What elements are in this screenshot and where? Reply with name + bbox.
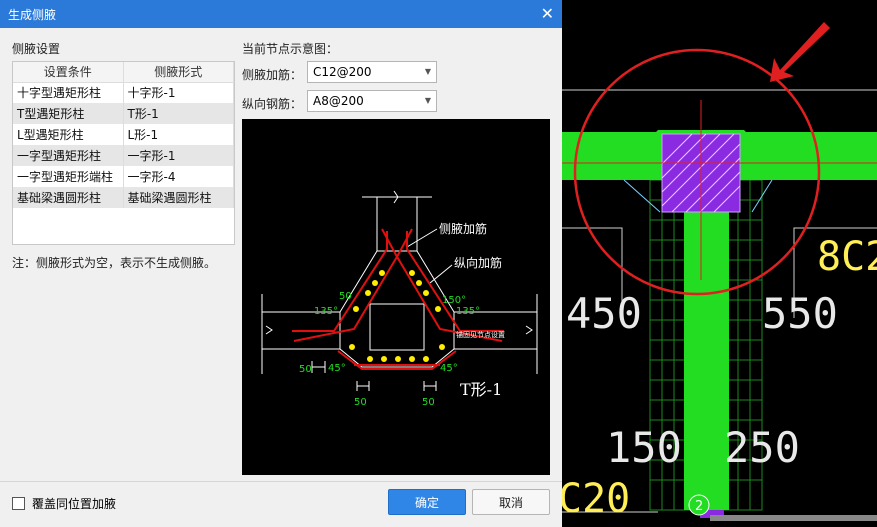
close-icon[interactable]: ✕ — [541, 5, 554, 23]
dim-label-bottom-2: 50 — [422, 397, 435, 408]
dim-550: 550 — [762, 289, 838, 338]
table-cell-form[interactable]: 基础梁遇圆形柱 — [123, 187, 234, 208]
table-row[interactable]: T型遇矩形柱 T形-1 — [13, 103, 234, 124]
chevron-down-icon[interactable]: ▼ — [425, 62, 431, 82]
column-header-form[interactable]: 侧腋形式 — [123, 62, 234, 83]
haunch-rules-table[interactable]: 设置条件 侧腋形式 十字型遇矩形柱 十字形-1 T型遇矩形柱 T形-1 L型遇矩… — [12, 61, 235, 245]
dim-label-left: 50 — [339, 291, 352, 302]
table-cell-condition: T型遇矩形柱 — [13, 103, 124, 124]
cad-drawing-svg: 450 550 150 250 8C2 C20 2 — [562, 22, 877, 522]
rebar-label-8c2: 8C2 — [817, 234, 877, 280]
ok-button[interactable]: 确定 — [388, 489, 466, 515]
preview-label: 当前节点示意图： — [242, 42, 339, 56]
chevron-down-icon[interactable]: ▼ — [425, 91, 431, 111]
table-row[interactable]: 基础梁遇圆形柱 基础梁遇圆形柱 — [13, 187, 234, 208]
table-row[interactable]: 一字型遇矩形端柱 一字形-4 — [13, 166, 234, 187]
table-cell-condition: 十字型遇矩形柱 — [13, 82, 124, 103]
table-row[interactable]: 一字型遇矩形柱 一字形-1 — [13, 145, 234, 166]
callout-haunch-rebar: 侧腋加筋 — [439, 221, 487, 236]
angle-label-right-2: 135° — [456, 306, 480, 317]
table-row[interactable]: L型遇矩形柱 L形-1 — [13, 124, 234, 145]
generate-haunch-dialog: 生成侧腋 ✕ 侧腋设置 设置条件 侧腋形式 十字型遇矩形柱 十字形-1 T型遇矩… — [0, 0, 562, 527]
table-cell-form[interactable]: T形-1 — [123, 103, 234, 124]
pointer-arrow-icon — [770, 22, 830, 82]
callout-long-rebar: 纵向加筋 — [454, 255, 502, 270]
table-cell-form[interactable]: 一字形-1 — [123, 145, 234, 166]
angle-label-left: 135° — [314, 306, 338, 317]
checkbox-box[interactable] — [12, 497, 25, 510]
dialog-title: 生成侧腋 — [8, 7, 57, 22]
table-row[interactable]: 十字型遇矩形柱 十字形-1 — [13, 82, 234, 103]
node-preview-diagram: 50 135° 150° 135° 50 45° 45° 50 50 侧腋加筋 … — [242, 119, 550, 475]
dim-label-bottom-1: 50 — [354, 397, 367, 408]
table-cell-condition: L型遇矩形柱 — [13, 124, 124, 145]
rebar-label-c20: C20 — [562, 476, 630, 522]
haunch-rebar-label: 侧腋加筋： — [242, 68, 303, 82]
haunch-rebar-select[interactable]: C12@200 ▼ — [307, 61, 437, 83]
long-rebar-value: A8@200 — [313, 94, 364, 108]
axis-number: 2 — [695, 499, 703, 514]
node-diagram-svg: 50 135° 150° 135° 50 45° 45° 50 50 侧腋加筋 … — [261, 190, 538, 408]
table-cell-condition: 基础梁遇圆形柱 — [13, 187, 124, 208]
table-cell-condition: 一字型遇矩形柱 — [13, 145, 124, 166]
shape-name: T形-1 — [460, 380, 502, 399]
table-cell-form[interactable]: L形-1 — [123, 124, 234, 145]
cover-label: 覆盖同位置加腋 — [32, 497, 117, 511]
section-label: 侧腋设置 — [12, 42, 61, 56]
angle-label-bottom-right: 45° — [440, 363, 458, 374]
table-cell-form[interactable]: 一字形-4 — [123, 166, 234, 187]
angle-label-right: 150° — [442, 295, 466, 306]
empty-form-note: 注：侧腋形式为空，表示不生成侧腋。 — [12, 256, 217, 270]
cancel-button[interactable]: 取消 — [472, 489, 550, 515]
dim-250: 250 — [724, 423, 800, 472]
dialog-title-bar[interactable]: 生成侧腋 — [0, 0, 562, 28]
table-cell-form[interactable]: 十字形-1 — [123, 82, 234, 103]
angle-label-bottom-left: 45° — [328, 363, 346, 374]
cover-same-position-checkbox[interactable]: 覆盖同位置加腋 — [12, 495, 116, 512]
long-rebar-label: 纵向钢筋： — [242, 97, 303, 111]
dim-label-bottom-left: 50 — [299, 364, 312, 375]
cad-drawing-canvas[interactable]: 450 550 150 250 8C2 C20 2 — [562, 0, 877, 527]
column-header-condition[interactable]: 设置条件 — [13, 62, 124, 83]
long-rebar-select[interactable]: A8@200 ▼ — [307, 90, 437, 112]
anchor-note: 锚固见节点设置 — [456, 330, 505, 339]
table-cell-condition: 一字型遇矩形端柱 — [13, 166, 124, 187]
table-header-row: 设置条件 侧腋形式 — [13, 62, 234, 83]
dim-450: 450 — [566, 289, 642, 338]
bottom-divider — [0, 481, 562, 482]
dim-150: 150 — [606, 423, 682, 472]
haunch-rebar-value: C12@200 — [313, 65, 372, 79]
